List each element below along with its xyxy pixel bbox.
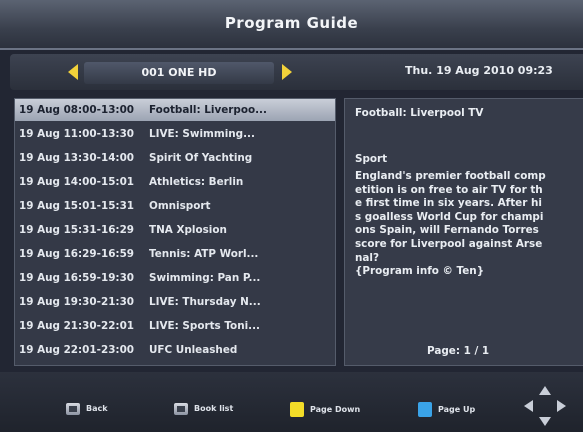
yellow-key-icon [290, 402, 304, 417]
description-line: ons Spain, will Fernando Torres [355, 224, 539, 237]
info-description: England's premier football comp etition … [355, 170, 583, 279]
channel-bar: 001 ONE HD Thu. 19 Aug 2010 09:23 [10, 54, 583, 90]
ok-key-icon [174, 402, 188, 415]
program-time: 19 Aug 11:00-13:30 [19, 128, 135, 140]
blue-key-icon [418, 402, 432, 417]
program-name: Omnisport [149, 200, 211, 212]
page-down-button[interactable]: Page Down [290, 402, 361, 417]
program-row[interactable]: 19 Aug 08:00-13:00 Football: Liverpoo... [15, 99, 335, 121]
program-name: Athletics: Berlin [149, 176, 244, 188]
navigation-pad-icon [522, 386, 568, 426]
arrow-up-icon [539, 386, 551, 395]
program-time: 19 Aug 15:01-15:31 [19, 200, 135, 212]
description-line: s goalless World Cup for champi [355, 210, 544, 223]
channel-selector[interactable]: 001 ONE HD [84, 62, 274, 84]
program-time: 19 Aug 21:30-22:01 [19, 320, 135, 332]
prev-channel-icon[interactable] [68, 64, 78, 80]
program-time: 19 Aug 22:01-23:00 [19, 344, 135, 356]
back-label: Back [86, 404, 108, 413]
description-line: etition is on free to air TV for th [355, 183, 543, 196]
title-bar: Program Guide [0, 0, 583, 50]
program-name: LIVE: Thursday N... [149, 296, 261, 308]
info-genre: Sport [355, 153, 388, 165]
program-name: UFC Unleashed [149, 344, 238, 356]
program-time: 19 Aug 14:00-15:01 [19, 176, 135, 188]
program-row[interactable]: 19 Aug 16:29-16:59 Tennis: ATP Worl... [15, 243, 335, 265]
program-time: 19 Aug 08:00-13:00 [19, 104, 135, 116]
program-list: 19 Aug 08:00-13:00 Football: Liverpoo... … [14, 98, 336, 366]
program-time: 19 Aug 13:30-14:00 [19, 152, 135, 164]
program-name: TNA Xplosion [149, 224, 227, 236]
program-row[interactable]: 19 Aug 11:00-13:30 LIVE: Swimming... [15, 123, 335, 145]
description-line: score for Liverpool against Arse [355, 237, 543, 250]
program-row[interactable]: 19 Aug 16:59-19:30 Swimming: Pan P... [15, 267, 335, 289]
program-name: Tennis: ATP Worl... [149, 248, 259, 260]
program-row[interactable]: 19 Aug 15:31-16:29 TNA Xplosion [15, 219, 335, 241]
program-row[interactable]: 19 Aug 15:01-15:31 Omnisport [15, 195, 335, 217]
arrow-left-icon [524, 400, 533, 412]
page-indicator: Page: 1 / 1 [427, 345, 490, 357]
program-name: LIVE: Swimming... [149, 128, 255, 140]
program-time: 19 Aug 16:59-19:30 [19, 272, 135, 284]
program-info-panel: Football: Liverpool TV Sport England's p… [344, 98, 583, 366]
program-name: LIVE: Sports Toni... [149, 320, 260, 332]
description-line: England's premier football comp [355, 170, 546, 182]
page-up-label: Page Up [438, 405, 476, 414]
program-row[interactable]: 19 Aug 19:30-21:30 LIVE: Thursday N... [15, 291, 335, 313]
program-time: 19 Aug 15:31-16:29 [19, 224, 135, 236]
book-list-label: Book list [194, 404, 234, 413]
program-row[interactable]: 19 Aug 14:00-15:01 Athletics: Berlin [15, 171, 335, 193]
book-list-button[interactable]: Book list [174, 402, 233, 416]
program-name: Swimming: Pan P... [149, 272, 261, 284]
description-line: nal? [355, 251, 379, 264]
description-line: e first time in six years. After hi [355, 197, 542, 210]
program-name: Spirit Of Yachting [149, 152, 253, 164]
program-row[interactable]: 19 Aug 13:30-14:00 Spirit Of Yachting [15, 147, 335, 169]
page-up-button[interactable]: Page Up [418, 402, 476, 417]
next-channel-icon[interactable] [282, 64, 292, 80]
exit-key-icon [66, 402, 80, 415]
arrow-right-icon [557, 400, 566, 412]
current-datetime: Thu. 19 Aug 2010 09:23 [405, 64, 553, 77]
program-time: 19 Aug 16:29-16:59 [19, 248, 135, 260]
info-title: Football: Liverpool TV [355, 107, 484, 119]
program-time: 19 Aug 19:30-21:30 [19, 296, 135, 308]
back-button[interactable]: Back [66, 402, 108, 416]
page-title: Program Guide [224, 14, 359, 32]
program-row[interactable]: 19 Aug 22:01-23:00 UFC Unleashed [15, 339, 335, 361]
program-row[interactable]: 19 Aug 21:30-22:01 LIVE: Sports Toni... [15, 315, 335, 337]
page-down-label: Page Down [310, 405, 361, 414]
arrow-down-icon [539, 417, 551, 426]
description-line: {Program info © Ten} [355, 265, 485, 278]
epg-screen: Program Guide 001 ONE HD Thu. 19 Aug 201… [0, 0, 583, 432]
program-name: Football: Liverpoo... [149, 104, 267, 116]
